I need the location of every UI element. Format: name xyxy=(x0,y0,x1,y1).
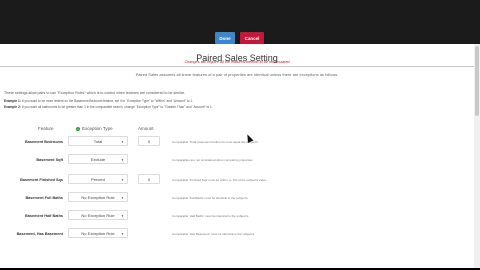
row-label: Basement Bedrooms xyxy=(25,140,63,144)
setting-row: Basement Full Baths No Exception Rule ▼ … xyxy=(0,190,474,210)
cancel-button[interactable]: Cancel xyxy=(240,32,264,44)
column-header-exception-type: i Exception Type xyxy=(76,126,113,131)
vertical-scrollbar[interactable] xyxy=(474,44,480,268)
row-label: Basement Finished Sqs xyxy=(20,178,63,182)
recalculate-warning: Changes will require all the features/me… xyxy=(184,60,290,64)
top-toolbar: Done Cancel xyxy=(0,0,480,44)
select-value: No Exception Rule xyxy=(81,194,115,200)
select-value: No Exception Rule xyxy=(81,212,115,218)
setting-row: Basement Half Baths No Exception Rule ▼ … xyxy=(0,208,474,228)
exception-type-select[interactable]: No Exception Rule ▼ xyxy=(68,192,128,202)
example-2-text: If you want all bathrooms to be greater … xyxy=(21,105,213,109)
select-value: Percent xyxy=(91,176,105,182)
info-icon[interactable]: i xyxy=(76,126,80,131)
row-label: Basement, Has Basement xyxy=(16,232,63,236)
scrollbar-thumb[interactable] xyxy=(475,46,479,116)
page-subtitle: Paired Sales assumes all linear features… xyxy=(135,72,339,77)
amount-input[interactable]: 0 xyxy=(138,136,160,146)
column-header-amount: Amount xyxy=(138,126,154,131)
screen: Done Cancel Paired Sales Setting Changes… xyxy=(0,0,480,270)
exception-type-select[interactable]: No Exception Rule ▼ xyxy=(68,210,128,220)
example-1: Example 1: If you want to be more lenien… xyxy=(4,99,474,103)
done-button[interactable]: Done xyxy=(215,32,235,44)
row-help-text: Comparable 'Full Baths' must be identica… xyxy=(172,196,249,200)
row-help-text: Comparable 'Total' basement bedrooms mus… xyxy=(172,140,259,144)
setting-row: Basement Finished Sqs Percent ▼ 0 Compar… xyxy=(0,172,474,192)
row-label: Basement Full Baths xyxy=(25,196,63,200)
select-value: Exclude xyxy=(90,156,106,162)
chevron-down-icon: ▼ xyxy=(121,232,124,236)
exception-type-select[interactable]: No Exception Rule ▼ xyxy=(68,228,128,238)
example-1-text: If you want to be more lenient on the Ba… xyxy=(21,99,194,103)
example-2: Example 2: If you want all bathrooms to … xyxy=(4,105,474,109)
row-label: Basement Sqft xyxy=(36,158,63,162)
row-help-text: Comparable 'Finished Sqs' must be within… xyxy=(172,178,267,182)
select-value: No Exception Rule xyxy=(81,230,115,236)
row-help-text: Comparable 'Has Basement' must be identi… xyxy=(172,232,255,236)
exception-type-label: Exception Type xyxy=(82,126,113,131)
chevron-down-icon: ▼ xyxy=(121,140,124,144)
amount-input[interactable]: 0 xyxy=(138,174,160,184)
page-description: These settings allow pairs to use "Excep… xyxy=(4,91,185,95)
title-divider xyxy=(0,66,474,67)
chevron-down-icon: ▼ xyxy=(121,196,124,200)
chevron-down-icon: ▼ xyxy=(121,214,124,218)
row-help-text: Comparables are not considered when comp… xyxy=(172,158,254,162)
row-help-text: Comparable 'Half Baths' must be identica… xyxy=(172,214,250,218)
exception-type-select[interactable]: Total ▼ xyxy=(68,136,128,146)
column-header-feature: Feature xyxy=(38,126,54,131)
exception-type-select[interactable]: Percent ▼ xyxy=(68,174,128,184)
exception-type-select[interactable]: Exclude ▼ xyxy=(68,154,128,164)
row-label: Basement Half Baths xyxy=(25,214,63,218)
setting-row: Basement Sqft Exclude ▼ Comparables are … xyxy=(0,152,474,172)
example-2-label: Example 2: xyxy=(4,105,21,109)
setting-row: Basement Bedrooms Total ▼ 0 Comparable '… xyxy=(0,134,474,154)
example-1-label: Example 1: xyxy=(4,99,21,103)
select-value: Total xyxy=(93,138,103,144)
setting-row: Basement, Has Basement No Exception Rule… xyxy=(0,226,474,246)
chevron-down-icon: ▼ xyxy=(121,158,124,162)
chevron-down-icon: ▼ xyxy=(121,178,124,182)
